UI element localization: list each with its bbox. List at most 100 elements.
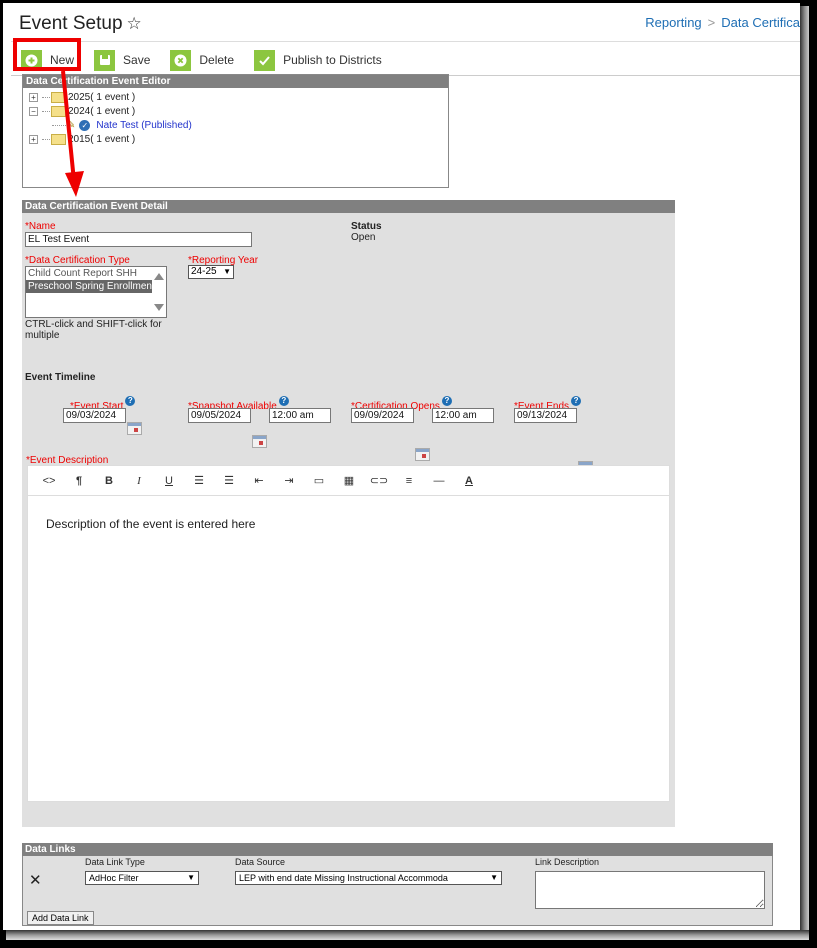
rich-text-editor: <> ¶ B I U ☰ ☰ ⇤ ⇥ ▭ ▦ ⊂⊃ ≡ — A Descript…: [27, 465, 670, 802]
data-link-type-label: Data Link Type: [85, 857, 145, 867]
help-icon[interactable]: ?: [278, 396, 289, 406]
align-icon[interactable]: ≡: [394, 475, 424, 487]
image-icon[interactable]: ▭: [304, 474, 334, 487]
app-window: Event Setup ☆ Reporting > Data Certifica Ne…: [3, 3, 800, 930]
folder-icon: [51, 133, 66, 145]
breadcrumb-reporting[interactable]: Reporting: [645, 15, 701, 30]
cert-opens-date-input[interactable]: 09/09/2024: [351, 408, 414, 423]
published-check-icon: ✓: [79, 119, 91, 131]
chevron-down-icon: ▼: [187, 873, 195, 882]
certification-type-listbox[interactable]: Child Count Report SHH Preschool Spring …: [25, 266, 167, 318]
tree-connector: [42, 138, 50, 140]
page-title: Event Setup ☆: [19, 13, 142, 35]
scroll-up-icon[interactable]: [154, 273, 164, 280]
calendar-icon[interactable]: [127, 422, 142, 435]
breadcrumb-data-certification[interactable]: Data Certifica: [721, 15, 800, 30]
tree-node-label[interactable]: Nate Test (Published): [96, 120, 191, 131]
checkmark-icon: [254, 49, 276, 71]
scroll-down-icon[interactable]: [154, 304, 164, 311]
tree-node-label: 2015( 1 event ): [68, 133, 136, 145]
delete-label: Delete: [199, 53, 235, 67]
link-description-label: Link Description: [535, 857, 600, 867]
status-value: Open: [351, 232, 376, 243]
help-icon[interactable]: ?: [441, 396, 452, 406]
status-label: Status: [351, 221, 382, 232]
event-detail-panel: Data Certification Event Detail *Name EL…: [22, 200, 675, 827]
save-button[interactable]: Save: [94, 49, 151, 71]
tree-node-2024[interactable]: − 2024( 1 event ): [29, 104, 448, 118]
folder-icon: [51, 105, 66, 117]
x-circle-icon: [170, 49, 192, 71]
chevron-down-icon: ▼: [223, 267, 231, 276]
data-link-type-value: AdHoc Filter: [89, 873, 139, 883]
expand-icon[interactable]: +: [29, 92, 38, 102]
outdent-icon[interactable]: ⇤: [244, 474, 274, 487]
star-icon[interactable]: ☆: [127, 14, 142, 33]
name-input[interactable]: EL Test Event: [25, 232, 252, 247]
publish-button[interactable]: Publish to Districts: [254, 49, 382, 71]
collapse-icon[interactable]: −: [29, 106, 38, 116]
save-label: Save: [123, 53, 151, 67]
data-link-type-select[interactable]: AdHoc Filter ▼: [85, 871, 199, 885]
publish-label: Publish to Districts: [283, 53, 382, 67]
italic-icon[interactable]: I: [124, 475, 154, 487]
add-data-link-button[interactable]: Add Data Link: [27, 911, 94, 925]
type-label: *Data Certification Type: [25, 255, 130, 266]
snapshot-time-input[interactable]: 12:00 am: [269, 408, 331, 423]
help-icon[interactable]: ?: [571, 396, 582, 406]
listbox-option[interactable]: Child Count Report SHH: [26, 267, 166, 280]
name-label: *Name: [25, 221, 56, 232]
type-hint: CTRL-click and SHIFT-click for multiple: [25, 319, 162, 341]
breadcrumb: Reporting > Data Certifica: [645, 15, 800, 30]
table-icon[interactable]: ▦: [334, 474, 364, 487]
annotation-highlight-box: [13, 38, 81, 71]
event-tree: +2025( 1 event ) − 2024( 1 event ) ✎ ✓ Nate…: [23, 88, 448, 146]
tree-connector: [42, 110, 50, 112]
link-icon[interactable]: ⊂⊃: [364, 474, 394, 487]
tree-connector: [42, 96, 50, 98]
event-ends-input[interactable]: 09/13/2024: [514, 408, 577, 423]
tree-node-label: 2025( 1 event ): [68, 91, 136, 103]
tree-node-2015[interactable]: +2015( 1 event ): [29, 132, 448, 146]
tree-node-2025[interactable]: +2025( 1 event ): [29, 90, 448, 104]
panel-header: Data Certification Event Editor: [23, 75, 448, 88]
page-title-text: Event Setup: [19, 13, 123, 34]
reporting-year-value: 24-25: [191, 266, 217, 277]
data-source-value: LEP with end date Missing Instructional …: [239, 873, 448, 883]
underline-icon[interactable]: U: [154, 475, 184, 487]
window-shadow: [6, 930, 809, 940]
floppy-disk-icon: [94, 49, 116, 71]
description-editor-body[interactable]: Description of the event is entered here: [28, 496, 669, 552]
panel-header: Data Links: [22, 843, 773, 856]
font-color-icon[interactable]: A: [454, 475, 484, 487]
horizontal-rule-icon[interactable]: —: [424, 475, 454, 487]
unordered-list-icon[interactable]: ☰: [184, 474, 214, 487]
panel-header: Data Certification Event Detail: [22, 200, 675, 213]
tree-node-label: 2024( 1 event ): [68, 105, 136, 117]
calendar-icon[interactable]: [415, 448, 430, 461]
bold-icon[interactable]: B: [94, 475, 124, 487]
editor-toolbar: <> ¶ B I U ☰ ☰ ⇤ ⇥ ▭ ▦ ⊂⊃ ≡ — A: [28, 466, 669, 496]
chevron-down-icon: ▼: [490, 873, 498, 882]
data-source-select[interactable]: LEP with end date Missing Instructional …: [235, 871, 502, 885]
window-shadow: [800, 6, 809, 936]
help-icon[interactable]: ?: [125, 396, 136, 406]
remove-link-icon[interactable]: ✕: [29, 871, 42, 889]
listbox-option-selected[interactable]: Preschool Spring Enrollment: [26, 280, 155, 293]
event-timeline-label: Event Timeline: [25, 372, 96, 383]
data-source-label: Data Source: [235, 857, 286, 867]
delete-button[interactable]: Delete: [170, 49, 235, 71]
code-view-icon[interactable]: <>: [34, 475, 64, 487]
folder-icon: [51, 91, 66, 103]
indent-icon[interactable]: ⇥: [274, 474, 304, 487]
reporting-year-select[interactable]: 24-25 ▼: [188, 265, 234, 279]
event-start-input[interactable]: 09/03/2024: [63, 408, 126, 423]
cert-opens-time-input[interactable]: 12:00 am: [432, 408, 494, 423]
tree-node-nate-test[interactable]: ✎ ✓ Nate Test (Published): [29, 118, 448, 132]
calendar-icon[interactable]: [252, 435, 267, 448]
ordered-list-icon[interactable]: ☰: [214, 474, 244, 487]
snapshot-date-input[interactable]: 09/05/2024: [188, 408, 251, 423]
link-description-input[interactable]: [535, 871, 765, 909]
paragraph-icon[interactable]: ¶: [64, 475, 94, 487]
expand-icon[interactable]: +: [29, 134, 38, 144]
